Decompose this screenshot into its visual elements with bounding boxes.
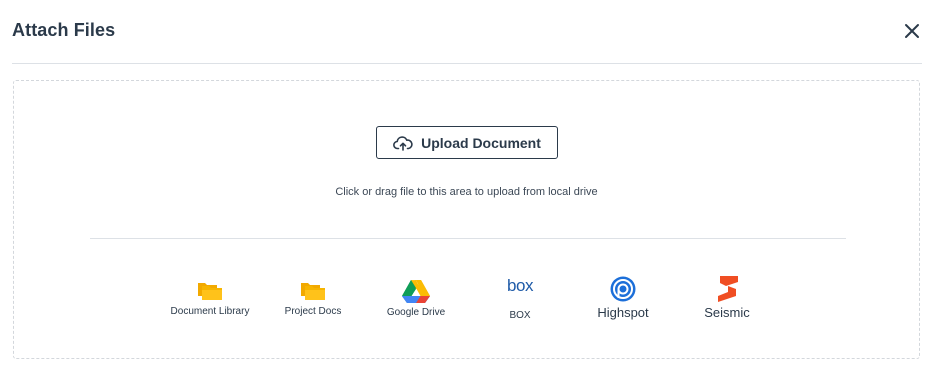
close-icon — [905, 24, 919, 38]
source-box[interactable]: box BOX — [495, 276, 545, 321]
google-drive-icon — [402, 280, 430, 303]
box-logo-icon: box — [507, 276, 533, 295]
upload-document-button[interactable]: Upload Document — [376, 126, 558, 159]
source-google-drive[interactable]: Google Drive — [376, 279, 456, 318]
section-divider — [90, 238, 846, 239]
header-divider — [12, 63, 922, 64]
source-label: Seismic — [704, 305, 750, 320]
source-label: Highspot — [597, 305, 649, 320]
file-drop-zone[interactable] — [13, 80, 920, 359]
upload-hint: Click or drag file to this area to uploa… — [335, 186, 598, 198]
source-seismic[interactable]: Seismic — [695, 274, 759, 320]
source-highspot[interactable]: Highspot — [588, 276, 658, 320]
cloud-upload-icon — [393, 135, 413, 151]
source-label: Google Drive — [386, 307, 446, 318]
source-project-docs[interactable]: Project Docs — [273, 279, 353, 317]
attach-files-dialog: Attach Files Upload Document Click or dr… — [0, 0, 937, 373]
folder-icon — [301, 283, 325, 300]
source-label: Document Library — [170, 306, 250, 317]
folder-icon — [198, 283, 222, 300]
upload-button-label: Upload Document — [421, 134, 541, 151]
highspot-icon — [610, 276, 636, 302]
source-label: Project Docs — [284, 306, 342, 317]
source-label: BOX — [509, 310, 531, 321]
close-button[interactable] — [903, 22, 921, 40]
dialog-title: Attach Files — [12, 20, 116, 40]
source-document-library[interactable]: Document Library — [160, 279, 260, 317]
seismic-icon — [718, 276, 738, 302]
